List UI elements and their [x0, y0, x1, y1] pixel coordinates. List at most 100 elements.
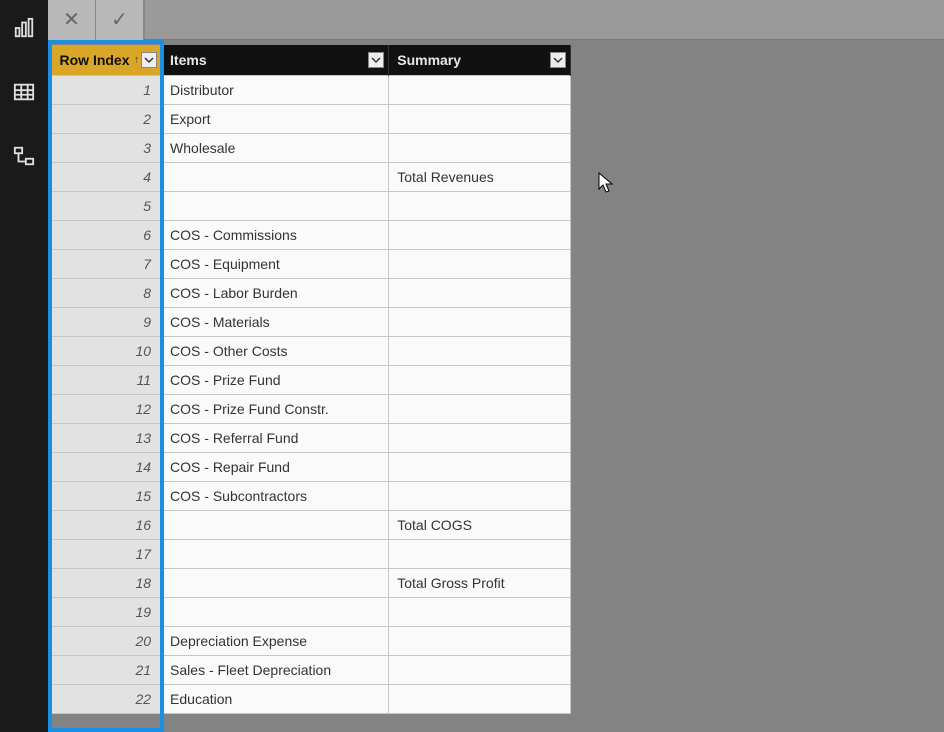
column-header-row-index[interactable]: Row Index ↑	[52, 45, 162, 75]
cell-summary[interactable]	[389, 597, 571, 626]
table-row[interactable]: 16 Total COGS	[52, 510, 571, 539]
cell-items[interactable]	[162, 162, 389, 191]
data-view-button[interactable]	[4, 72, 44, 112]
cell-items[interactable]: COS - Subcontractors	[162, 481, 389, 510]
model-view-button[interactable]	[4, 136, 44, 176]
cell-summary[interactable]	[389, 423, 571, 452]
cell-summary[interactable]	[389, 394, 571, 423]
cell-row-index[interactable]: 20	[52, 626, 162, 655]
table-row[interactable]: 2Export	[52, 104, 571, 133]
report-view-button[interactable]	[4, 8, 44, 48]
cell-items[interactable]: COS - Labor Burden	[162, 278, 389, 307]
table-row[interactable]: 1Distributor	[52, 75, 571, 104]
cell-items[interactable]	[162, 510, 389, 539]
cell-items[interactable]: Education	[162, 684, 389, 713]
cell-summary[interactable]	[389, 684, 571, 713]
cell-row-index[interactable]: 14	[52, 452, 162, 481]
cell-summary[interactable]	[389, 452, 571, 481]
cell-items[interactable]: COS - Repair Fund	[162, 452, 389, 481]
cell-items[interactable]: COS - Equipment	[162, 249, 389, 278]
cell-row-index[interactable]: 12	[52, 394, 162, 423]
table-row[interactable]: 9COS - Materials	[52, 307, 571, 336]
cell-summary[interactable]	[389, 191, 571, 220]
cell-summary[interactable]	[389, 539, 571, 568]
cell-summary[interactable]	[389, 75, 571, 104]
column-header-items[interactable]: Items	[162, 45, 389, 75]
cell-summary[interactable]	[389, 133, 571, 162]
table-row[interactable]: 4 Total Revenues	[52, 162, 571, 191]
cell-row-index[interactable]: 15	[52, 481, 162, 510]
cell-row-index[interactable]: 2	[52, 104, 162, 133]
cell-row-index[interactable]: 13	[52, 423, 162, 452]
table-row[interactable]: 22Education	[52, 684, 571, 713]
cell-row-index[interactable]: 1	[52, 75, 162, 104]
table-row[interactable]: 19	[52, 597, 571, 626]
cell-row-index[interactable]: 4	[52, 162, 162, 191]
cell-items[interactable]: COS - Prize Fund Constr.	[162, 394, 389, 423]
column-header-summary[interactable]: Summary	[389, 45, 571, 75]
table-row[interactable]: 17	[52, 539, 571, 568]
cell-summary[interactable]: Total Gross Profit	[389, 568, 571, 597]
table-row[interactable]: 11COS - Prize Fund	[52, 365, 571, 394]
cell-summary[interactable]	[389, 278, 571, 307]
cancel-formula-button[interactable]: ✕	[48, 0, 96, 40]
cell-items[interactable]: Distributor	[162, 75, 389, 104]
cell-items[interactable]: Sales - Fleet Depreciation	[162, 655, 389, 684]
cell-items[interactable]	[162, 539, 389, 568]
table-row[interactable]: 5	[52, 191, 571, 220]
table-row[interactable]: 6COS - Commissions	[52, 220, 571, 249]
cell-row-index[interactable]: 10	[52, 336, 162, 365]
cell-row-index[interactable]: 8	[52, 278, 162, 307]
cell-row-index[interactable]: 11	[52, 365, 162, 394]
cell-items[interactable]: COS - Referral Fund	[162, 423, 389, 452]
cell-items[interactable]: COS - Prize Fund	[162, 365, 389, 394]
cell-row-index[interactable]: 21	[52, 655, 162, 684]
cell-items[interactable]: Export	[162, 104, 389, 133]
cell-items[interactable]	[162, 597, 389, 626]
table-row[interactable]: 10COS - Other Costs	[52, 336, 571, 365]
cell-items[interactable]	[162, 568, 389, 597]
table-row[interactable]: 20Depreciation Expense	[52, 626, 571, 655]
table-row[interactable]: 12COS - Prize Fund Constr.	[52, 394, 571, 423]
table-row[interactable]: 14COS - Repair Fund	[52, 452, 571, 481]
cell-row-index[interactable]: 5	[52, 191, 162, 220]
cell-row-index[interactable]: 18	[52, 568, 162, 597]
table-row[interactable]: 18 Total Gross Profit	[52, 568, 571, 597]
commit-formula-button[interactable]: ✓	[96, 0, 144, 40]
cell-summary[interactable]	[389, 220, 571, 249]
cell-summary[interactable]	[389, 104, 571, 133]
cell-items[interactable]	[162, 191, 389, 220]
cell-summary[interactable]	[389, 481, 571, 510]
cell-row-index[interactable]: 3	[52, 133, 162, 162]
cell-items[interactable]: COS - Commissions	[162, 220, 389, 249]
cell-row-index[interactable]: 16	[52, 510, 162, 539]
cell-items[interactable]: Depreciation Expense	[162, 626, 389, 655]
table-row[interactable]: 8COS - Labor Burden	[52, 278, 571, 307]
filter-dropdown-button[interactable]	[550, 52, 566, 68]
table-row[interactable]: 7COS - Equipment	[52, 249, 571, 278]
cell-items[interactable]: COS - Other Costs	[162, 336, 389, 365]
cell-items[interactable]: Wholesale	[162, 133, 389, 162]
filter-dropdown-button[interactable]	[141, 52, 157, 68]
table-row[interactable]: 13COS - Referral Fund	[52, 423, 571, 452]
cell-summary[interactable]: Total Revenues	[389, 162, 571, 191]
filter-dropdown-button[interactable]	[368, 52, 384, 68]
cell-row-index[interactable]: 6	[52, 220, 162, 249]
cell-items[interactable]: COS - Materials	[162, 307, 389, 336]
cell-summary[interactable]	[389, 307, 571, 336]
cell-summary[interactable]	[389, 249, 571, 278]
formula-input[interactable]	[144, 0, 944, 39]
table-row[interactable]: 15COS - Subcontractors	[52, 481, 571, 510]
table-row[interactable]: 21Sales - Fleet Depreciation	[52, 655, 571, 684]
cell-summary[interactable]	[389, 336, 571, 365]
cell-summary[interactable]: Total COGS	[389, 510, 571, 539]
table-row[interactable]: 3Wholesale	[52, 133, 571, 162]
cell-row-index[interactable]: 19	[52, 597, 162, 626]
cell-summary[interactable]	[389, 626, 571, 655]
cell-row-index[interactable]: 7	[52, 249, 162, 278]
cell-summary[interactable]	[389, 365, 571, 394]
cell-summary[interactable]	[389, 655, 571, 684]
cell-row-index[interactable]: 9	[52, 307, 162, 336]
cell-row-index[interactable]: 17	[52, 539, 162, 568]
cell-row-index[interactable]: 22	[52, 684, 162, 713]
